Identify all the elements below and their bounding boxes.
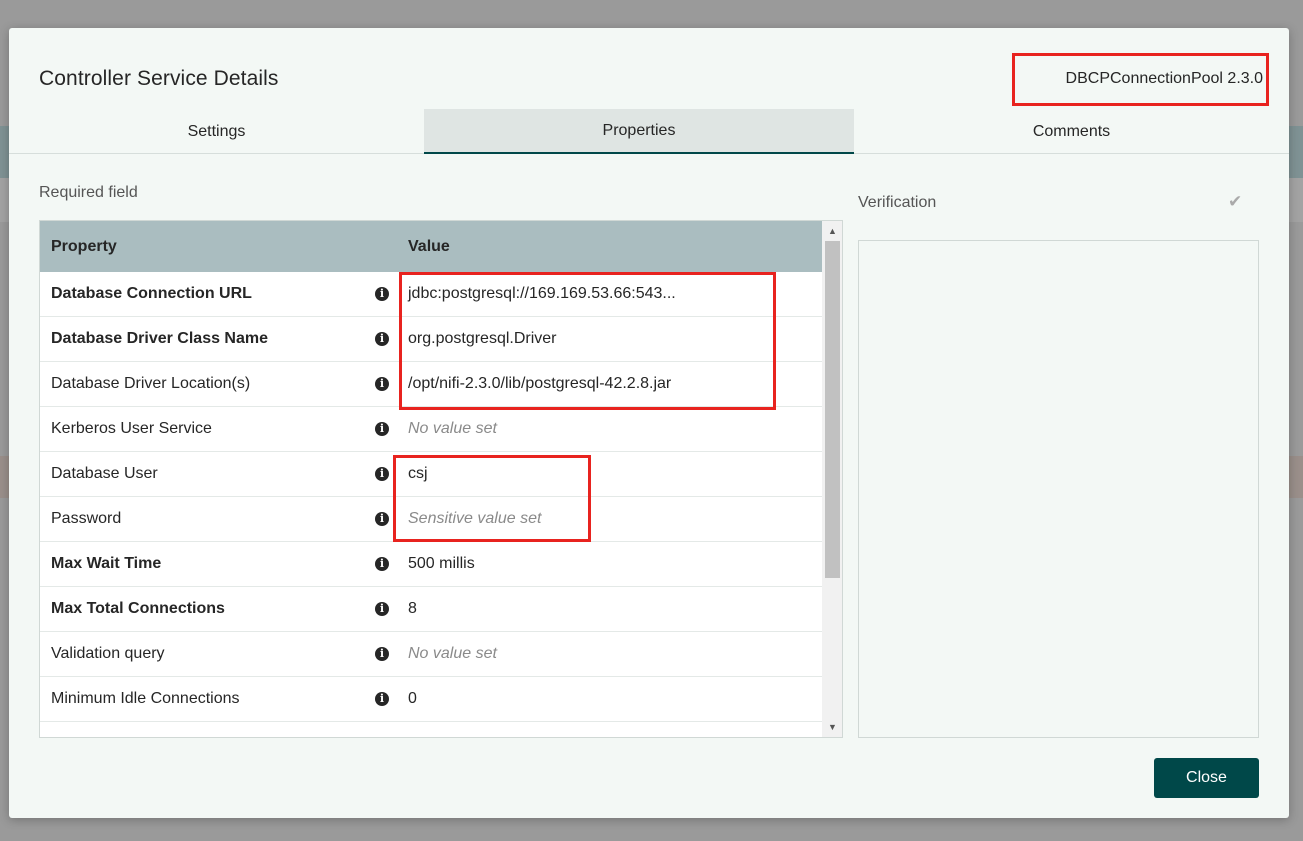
verification-panel: [858, 240, 1259, 738]
property-name: Database Driver Location(s): [51, 375, 251, 392]
property-value[interactable]: 8: [397, 600, 417, 618]
tab-bar: Settings Properties Comments: [9, 109, 1289, 154]
info-icon[interactable]: i: [375, 422, 389, 436]
dialog-title: Controller Service Details: [39, 67, 279, 90]
property-name: Database User: [51, 465, 158, 482]
controller-service-details-dialog: Controller Service Details DBCPConnectio…: [9, 28, 1289, 818]
info-icon[interactable]: i: [375, 467, 389, 481]
property-name: Max Total Connections: [51, 600, 225, 617]
property-info-cell: i: [367, 692, 397, 706]
property-info-cell: i: [367, 377, 397, 391]
property-value[interactable]: org.postgresql.Driver: [397, 330, 557, 348]
table-row[interactable]: Database User i csj: [40, 452, 822, 497]
info-icon[interactable]: i: [375, 647, 389, 661]
table-row[interactable]: Minimum Idle Connections i 0: [40, 677, 822, 722]
property-name: Max Wait Time: [51, 555, 162, 572]
property-value[interactable]: /opt/nifi-2.3.0/lib/postgresql-42.2.8.ja…: [397, 375, 671, 393]
property-value[interactable]: No value set: [397, 420, 497, 438]
column-header-value: Value: [408, 237, 450, 255]
required-field-label: Required field: [39, 184, 138, 201]
property-name: Validation query: [51, 645, 165, 662]
info-icon[interactable]: i: [375, 287, 389, 301]
verification-label: Verification: [858, 194, 937, 211]
table-body: Database Connection URL i jdbc:postgresql:…: [40, 272, 822, 722]
table-row[interactable]: Kerberos User Service i No value set: [40, 407, 822, 452]
table-header: Property Value: [40, 221, 822, 272]
property-value[interactable]: No value set: [397, 645, 497, 663]
property-info-cell: i: [367, 647, 397, 661]
property-name: Minimum Idle Connections: [51, 690, 240, 707]
tab-settings[interactable]: Settings: [9, 109, 424, 154]
property-name: Password: [51, 510, 122, 527]
service-version-label: DBCPConnectionPool 2.3.0: [1065, 70, 1263, 87]
property-info-cell: i: [367, 287, 397, 301]
info-icon[interactable]: i: [375, 602, 389, 616]
scroll-down-arrow-icon[interactable]: ▼: [822, 719, 842, 735]
property-name: Database Connection URL: [51, 285, 252, 302]
property-info-cell: i: [367, 422, 397, 436]
tab-properties[interactable]: Properties: [424, 109, 854, 154]
scroll-thumb[interactable]: [825, 241, 840, 578]
info-icon[interactable]: i: [375, 557, 389, 571]
property-value[interactable]: Sensitive value set: [397, 510, 541, 528]
table-scrollbar[interactable]: ▲ ▼: [822, 221, 842, 737]
close-button[interactable]: Close: [1154, 758, 1259, 798]
scroll-up-arrow-icon[interactable]: ▲: [822, 223, 842, 239]
table-row[interactable]: Database Driver Location(s) i/opt/nifi-2.…: [40, 362, 822, 407]
table-row[interactable]: Database Connection URL i jdbc:postgresql:…: [40, 272, 822, 317]
check-icon[interactable]: ✔: [1228, 192, 1242, 212]
info-icon[interactable]: i: [375, 512, 389, 526]
table-row[interactable]: Validation query i No value set: [40, 632, 822, 677]
info-icon[interactable]: i: [375, 377, 389, 391]
property-info-cell: i: [367, 602, 397, 616]
property-value[interactable]: csj: [397, 465, 428, 483]
table-row[interactable]: Max Wait Time i 500 millis: [40, 542, 822, 587]
property-name: Kerberos User Service: [51, 420, 212, 437]
table-row[interactable]: Max Total Connections i 8: [40, 587, 822, 632]
info-icon[interactable]: i: [375, 692, 389, 706]
tab-comments[interactable]: Comments: [854, 109, 1289, 154]
column-header-property: Property: [51, 237, 117, 255]
table-row[interactable]: Database Driver Class Name i org.postgresq…: [40, 317, 822, 362]
property-info-cell: i: [367, 467, 397, 481]
property-info-cell: i: [367, 557, 397, 571]
property-info-cell: i: [367, 332, 397, 346]
table-row[interactable]: Password i Sensitive value set: [40, 497, 822, 542]
property-info-cell: i: [367, 512, 397, 526]
property-value[interactable]: jdbc:postgresql://169.169.53.66:543...: [397, 285, 676, 303]
property-value[interactable]: 500 millis: [397, 555, 475, 573]
property-name: Database Driver Class Name: [51, 330, 269, 347]
info-icon[interactable]: i: [375, 332, 389, 346]
property-value[interactable]: 0: [397, 690, 417, 708]
properties-table: Property Value Database Connection URL i j…: [39, 220, 843, 738]
